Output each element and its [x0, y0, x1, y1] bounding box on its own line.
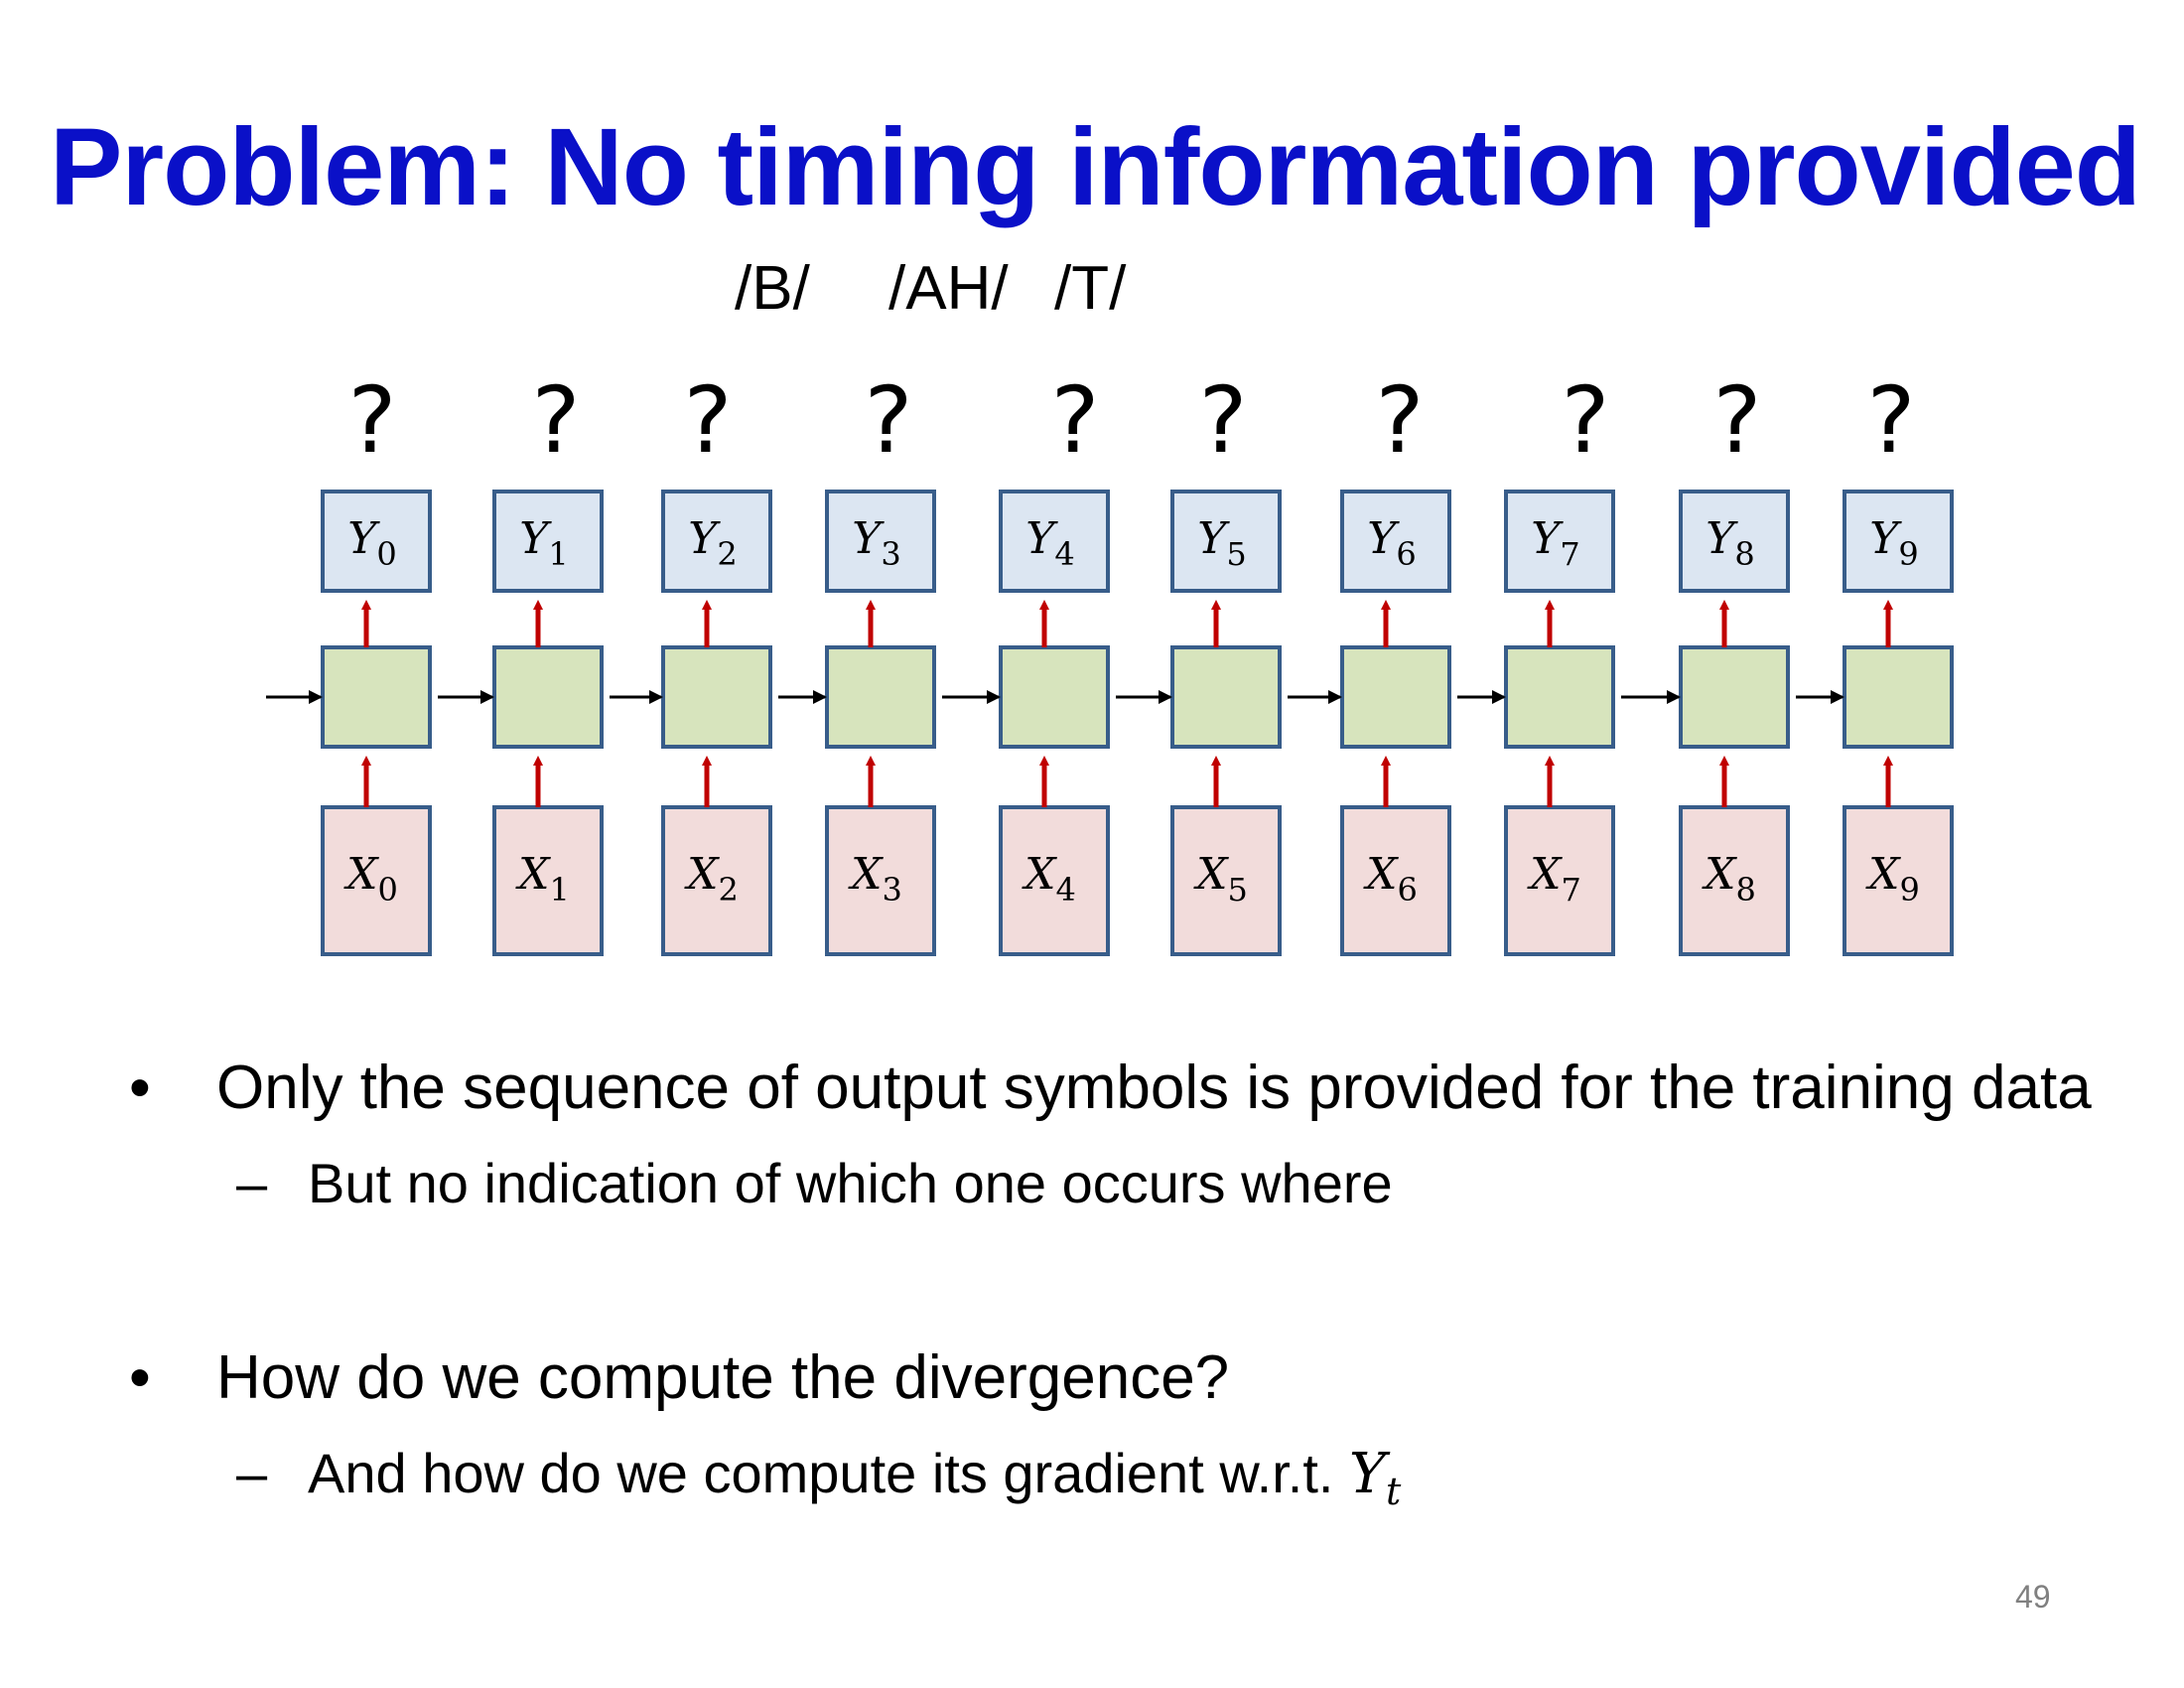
bullet-marker: • [129, 1054, 151, 1122]
hidden-state-box [661, 645, 772, 749]
hidden-state-box [1843, 645, 1954, 749]
phoneme-label: /AH/ [888, 254, 1009, 323]
bullet-item: • How do we compute the divergence? [129, 1333, 2015, 1424]
sub-bullet-item: – But no indication of which one occurs … [129, 1144, 2015, 1223]
hidden-state-box [1340, 645, 1451, 749]
sub-bullet-text: And how do we compute its gradient w.r.t… [308, 1434, 2015, 1519]
question-mark: ? [1867, 367, 1916, 474]
bullet-item: • Only the sequence of output symbols is… [129, 1043, 2092, 1134]
sub-bullet-marker: – [236, 1442, 268, 1504]
hidden-state-box [825, 645, 936, 749]
question-mark: ? [684, 367, 733, 474]
slide-title: Problem: No timing information provided [50, 106, 2141, 228]
sub-bullet-text: But no indication of which one occurs wh… [308, 1152, 1393, 1214]
question-mark: ? [348, 367, 397, 474]
question-mark: ? [1376, 367, 1425, 474]
question-mark: ? [1199, 367, 1248, 474]
hidden-state-box [1679, 645, 1790, 749]
rnn-unrolled-diagram: ?Y0X0?Y1X1?Y2X2?Y3X3?Y4X4?Y5X5?Y6X6?Y7X7… [266, 367, 1954, 956]
hidden-state-box [492, 645, 604, 749]
bullet-list: • Only the sequence of output symbols is… [129, 1043, 2092, 1519]
phoneme-sequence: /B/ /AH/ /T/ [0, 253, 2184, 333]
phoneme-label: /T/ [1054, 254, 1127, 323]
bullet-text: How do we compute the divergence? [216, 1343, 1230, 1412]
question-mark: ? [865, 367, 913, 474]
question-mark: ? [1713, 367, 1762, 474]
sub-bullet-item: – And how do we compute its gradient w.r… [129, 1434, 2015, 1519]
hidden-state-box [1504, 645, 1615, 749]
hidden-state-box [321, 645, 432, 749]
question-mark: ? [1051, 367, 1100, 474]
question-mark: ? [532, 367, 581, 474]
math-symbol: Y [1349, 1442, 1386, 1506]
page-number: 49 [2015, 1579, 2051, 1615]
sub-bullet-marker: – [236, 1152, 268, 1214]
math-subscript: t [1385, 1470, 1402, 1513]
sub-bullet-text-part: And how do we compute its gradient w.r.t… [308, 1442, 1350, 1504]
hidden-state-box [1170, 645, 1282, 749]
hidden-state-box [999, 645, 1110, 749]
bullet-marker: • [129, 1343, 151, 1412]
question-mark: ? [1562, 367, 1610, 474]
phoneme-label: /B/ [735, 254, 810, 323]
bullet-text: Only the sequence of output symbols is p… [216, 1054, 2092, 1122]
